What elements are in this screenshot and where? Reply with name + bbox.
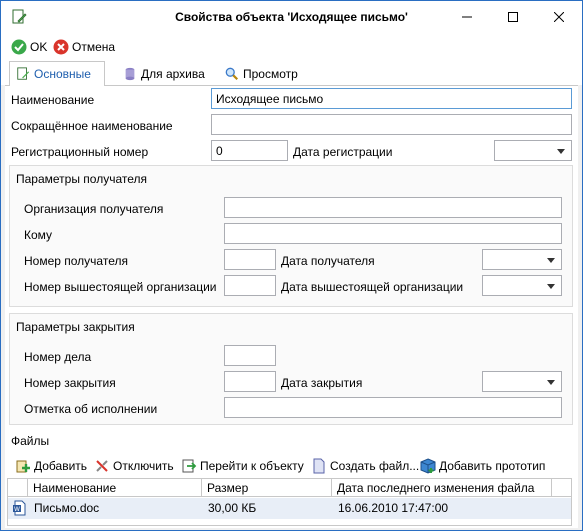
chevron-down-icon bbox=[557, 149, 565, 154]
chevron-down-icon bbox=[547, 380, 555, 385]
parent-number-input[interactable] bbox=[224, 275, 276, 296]
recipient-to-input[interactable] bbox=[224, 223, 562, 244]
database-icon bbox=[125, 67, 135, 81]
recipient-number-input[interactable] bbox=[224, 249, 276, 270]
cancel-icon bbox=[53, 39, 69, 55]
files-toolbar: Добавить Отключить Перейти к объекту Соз… bbox=[5, 456, 575, 476]
column-name[interactable]: Наименование bbox=[28, 479, 202, 497]
cube-icon bbox=[420, 458, 436, 474]
cancel-button[interactable]: Отмена bbox=[53, 38, 115, 56]
recipient-date-label: Дата получателя bbox=[281, 254, 375, 268]
recipient-org-label: Организация получателя bbox=[24, 202, 164, 216]
recipient-org-input[interactable] bbox=[224, 197, 562, 218]
word-document-icon: W bbox=[12, 500, 28, 521]
detach-file-label: Отключить bbox=[113, 459, 174, 473]
closing-number-label: Номер закрытия bbox=[24, 376, 116, 390]
closing-group-title: Параметры закрытия bbox=[16, 320, 135, 334]
recipient-date-picker[interactable] bbox=[482, 249, 562, 270]
file-modified: 16.06.2010 17:47:00 bbox=[338, 501, 449, 515]
title-bar: Свойства объекта 'Исходящее письмо' bbox=[1, 1, 582, 33]
tab-archive[interactable]: Для архива bbox=[117, 63, 211, 85]
recipient-to-label: Кому bbox=[24, 228, 53, 242]
cancel-label: Отмена bbox=[72, 40, 116, 54]
ok-button[interactable]: OK bbox=[11, 38, 47, 56]
name-input[interactable] bbox=[211, 88, 572, 109]
goto-object-label: Перейти к объекту bbox=[200, 459, 304, 473]
parent-date-picker[interactable] bbox=[482, 275, 562, 296]
closing-number-input[interactable] bbox=[224, 371, 276, 392]
add-file-label: Добавить bbox=[34, 459, 88, 473]
detach-file-button[interactable]: Отключить bbox=[94, 456, 174, 476]
files-title: Файлы bbox=[11, 434, 50, 448]
closing-date-label: Дата закрытия bbox=[281, 376, 363, 390]
execution-label: Отметка об исполнении bbox=[24, 402, 158, 416]
column-modified[interactable]: Дата последнего изменения файла bbox=[332, 479, 552, 497]
tab-main-label: Основные bbox=[34, 67, 91, 81]
create-file-button[interactable]: Создать файл... bbox=[311, 456, 419, 476]
check-icon bbox=[11, 39, 27, 55]
tab-archive-label: Для архива bbox=[141, 67, 205, 81]
dialog-window: Свойства объекта 'Исходящее письмо' OK О… bbox=[0, 0, 583, 531]
dialog-toolbar: OK Отмена bbox=[1, 33, 582, 59]
maximize-button[interactable] bbox=[490, 1, 536, 33]
table-row[interactable]: W Письмо.doc 30,00 КБ 16.06.2010 17:47:0… bbox=[8, 498, 571, 519]
tab-preview[interactable]: Просмотр bbox=[219, 63, 304, 85]
short-name-label: Сокращённое наименование bbox=[11, 119, 173, 133]
recipient-group-title: Параметры получателя bbox=[16, 172, 148, 186]
document-edit-icon bbox=[17, 67, 30, 80]
closing-date-picker[interactable] bbox=[482, 371, 562, 392]
goto-icon bbox=[182, 459, 197, 473]
tab-bar: Основные Для архива Просмотр bbox=[1, 59, 582, 86]
new-file-icon bbox=[313, 458, 325, 474]
file-name: Письмо.doc bbox=[34, 501, 100, 515]
svg-text:W: W bbox=[14, 506, 20, 513]
reg-date-label: Дата регистрации bbox=[293, 145, 393, 159]
file-size: 30,00 КБ bbox=[208, 501, 257, 515]
ok-label: OK bbox=[30, 40, 48, 54]
add-icon bbox=[16, 460, 30, 473]
add-file-button[interactable]: Добавить bbox=[15, 456, 87, 476]
reg-number-input[interactable] bbox=[211, 140, 288, 161]
chevron-down-icon bbox=[547, 284, 555, 289]
short-name-input[interactable] bbox=[211, 114, 572, 135]
tab-main[interactable]: Основные bbox=[9, 61, 105, 86]
case-number-label: Номер дела bbox=[24, 350, 92, 364]
recipient-number-label: Номер получателя bbox=[24, 254, 128, 268]
header-icon-column bbox=[8, 479, 28, 497]
close-icon bbox=[554, 12, 564, 22]
unlink-icon bbox=[96, 460, 108, 472]
name-label: Наименование bbox=[11, 93, 95, 107]
files-table: Наименование Размер Дата последнего изме… bbox=[7, 478, 572, 526]
closing-group: Параметры закрытия Номер дела Номер закр… bbox=[9, 313, 573, 425]
minimize-icon bbox=[462, 16, 472, 18]
files-table-header: Наименование Размер Дата последнего изме… bbox=[8, 479, 571, 497]
add-prototype-button[interactable]: Добавить прототип bbox=[420, 456, 545, 476]
reg-number-label: Регистрационный номер bbox=[11, 145, 149, 159]
reg-date-picker[interactable] bbox=[494, 140, 572, 161]
add-prototype-label: Добавить прототип bbox=[439, 459, 546, 473]
create-file-label: Создать файл... bbox=[330, 459, 420, 473]
case-number-input[interactable] bbox=[224, 345, 276, 366]
column-size[interactable]: Размер bbox=[202, 479, 332, 497]
minimize-button[interactable] bbox=[444, 1, 490, 33]
goto-object-button[interactable]: Перейти к объекту bbox=[181, 456, 304, 476]
magnifier-icon bbox=[225, 67, 239, 81]
chevron-down-icon bbox=[547, 258, 555, 263]
tab-preview-label: Просмотр bbox=[243, 67, 298, 81]
parent-date-label: Дата вышестоящей организации bbox=[281, 280, 464, 294]
close-button[interactable] bbox=[536, 1, 582, 33]
execution-input[interactable] bbox=[224, 397, 562, 418]
maximize-icon bbox=[508, 12, 518, 22]
recipient-group: Параметры получателя Организация получат… bbox=[9, 165, 573, 307]
parent-number-label: Номер вышестоящей организации bbox=[24, 280, 217, 294]
